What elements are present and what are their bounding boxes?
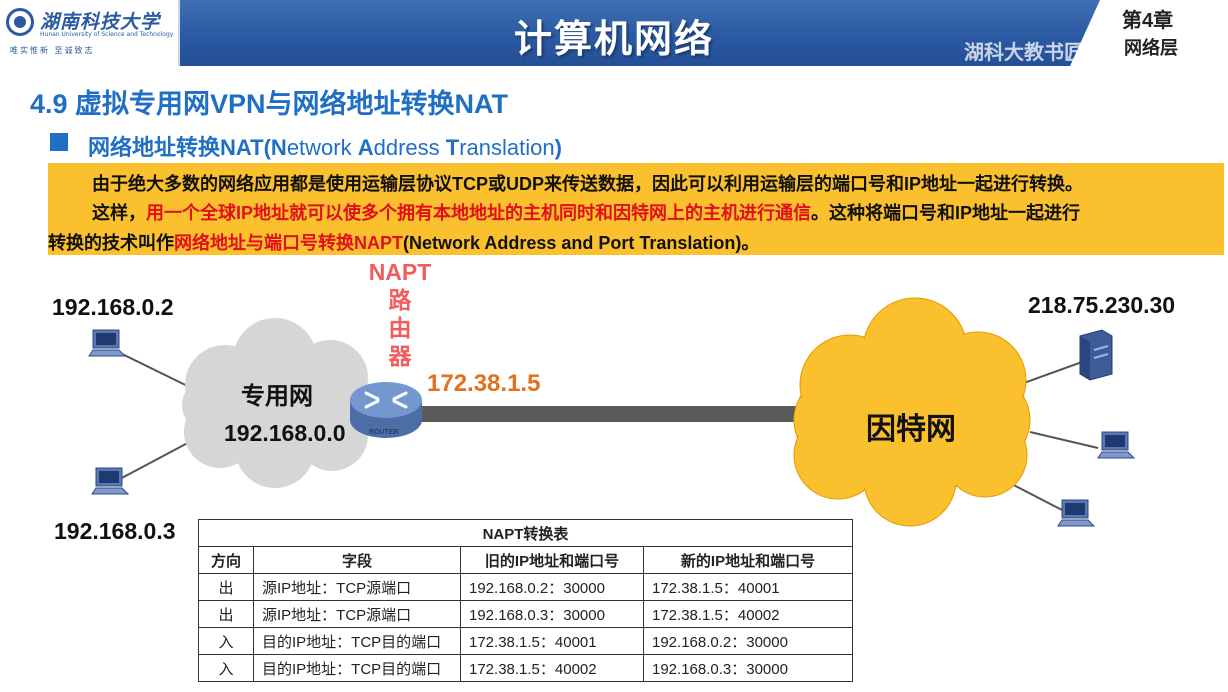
column-header-direction: 方向 (198, 546, 254, 574)
cell-old-address: 172.38.1.5：40002 (460, 654, 644, 682)
cell-direction: 入 (198, 654, 254, 682)
internet-label: 因特网 (866, 413, 956, 446)
wan-link (420, 406, 820, 422)
host2-ip: 192.168.0.3 (54, 518, 176, 544)
table-row: 出 源IP地址：TCP源端口 192.168.0.2：30000 172.38.… (198, 573, 853, 601)
table-header-row: 方向 字段 旧的IP地址和端口号 新的IP地址和端口号 (198, 546, 853, 574)
host-computer-icon (1097, 431, 1136, 459)
napt-router-label-line1: NAPT (368, 259, 432, 285)
host-computer-icon (91, 467, 130, 495)
napt-router-label-line3: 由 (388, 315, 412, 341)
cell-direction: 出 (198, 573, 254, 601)
napt-translation-table: NAPT转换表 方向 字段 旧的IP地址和端口号 新的IP地址和端口号 出 源I… (198, 519, 853, 682)
router-icon-label: ROUTER (369, 429, 399, 436)
cell-direction: 入 (198, 627, 254, 655)
cell-field: 目的IP地址：TCP目的端口 (253, 654, 461, 682)
table-row: 入 目的IP地址：TCP目的端口 172.38.1.5：40001 192.16… (198, 627, 853, 655)
server-icon (1079, 329, 1113, 381)
cell-old-address: 172.38.1.5：40001 (460, 627, 644, 655)
cell-new-address: 172.38.1.5：40001 (643, 573, 853, 601)
cell-field: 源IP地址：TCP源端口 (253, 573, 461, 601)
cell-new-address: 172.38.1.5：40002 (643, 600, 853, 628)
host-computer-icon (1057, 499, 1096, 527)
private-network-address: 192.168.0.0 (224, 420, 346, 446)
cell-field: 目的IP地址：TCP目的端口 (253, 627, 461, 655)
cell-new-address: 192.168.0.3：30000 (643, 654, 853, 682)
column-header-new-address: 新的IP地址和端口号 (643, 546, 853, 574)
host1-ip: 192.168.0.2 (52, 294, 174, 320)
cell-field: 源IP地址：TCP源端口 (253, 600, 461, 628)
column-header-field: 字段 (253, 546, 461, 574)
napt-router-label-line4: 器 (388, 343, 412, 369)
host-computer-icon (88, 329, 127, 357)
cell-direction: 出 (198, 600, 254, 628)
table-caption: NAPT转换表 (198, 519, 853, 547)
router-public-ip: 172.38.1.5 (427, 370, 541, 397)
column-header-old-address: 旧的IP地址和端口号 (460, 546, 644, 574)
napt-router-label-line2: 路 (388, 287, 412, 313)
link-host3 (1029, 431, 1099, 449)
cell-new-address: 192.168.0.2：30000 (643, 627, 853, 655)
table-row: 入 目的IP地址：TCP目的端口 172.38.1.5：40002 192.16… (198, 654, 853, 682)
private-network-label: 专用网 (241, 383, 313, 410)
napt-router-label: NAPT 路 由 器 (355, 258, 445, 370)
cell-old-address: 192.168.0.3：30000 (460, 600, 644, 628)
table-caption-row: NAPT转换表 (198, 519, 853, 547)
table-row: 出 源IP地址：TCP源端口 192.168.0.3：30000 172.38.… (198, 600, 853, 628)
server-ip: 218.75.230.30 (1028, 292, 1176, 318)
cell-old-address: 192.168.0.2：30000 (460, 573, 644, 601)
